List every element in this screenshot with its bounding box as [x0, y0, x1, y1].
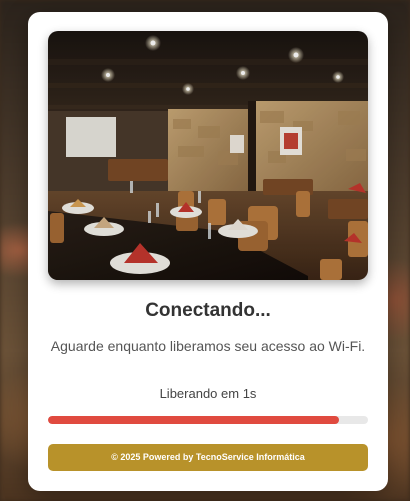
countdown-text: Liberando em 1s	[159, 386, 257, 401]
progress-bar-fill	[48, 416, 340, 424]
progress-bar	[48, 416, 368, 424]
captive-portal-card: Conectando... Aguarde enquanto liberamos…	[28, 12, 388, 491]
powered-by-button[interactable]: © 2025 Powered by TecnoService Informáti…	[48, 444, 368, 471]
restaurant-photo	[48, 31, 368, 280]
wait-message: Aguarde enquanto liberamos seu acesso ao…	[50, 338, 366, 354]
connecting-title: Conectando...	[145, 300, 271, 321]
